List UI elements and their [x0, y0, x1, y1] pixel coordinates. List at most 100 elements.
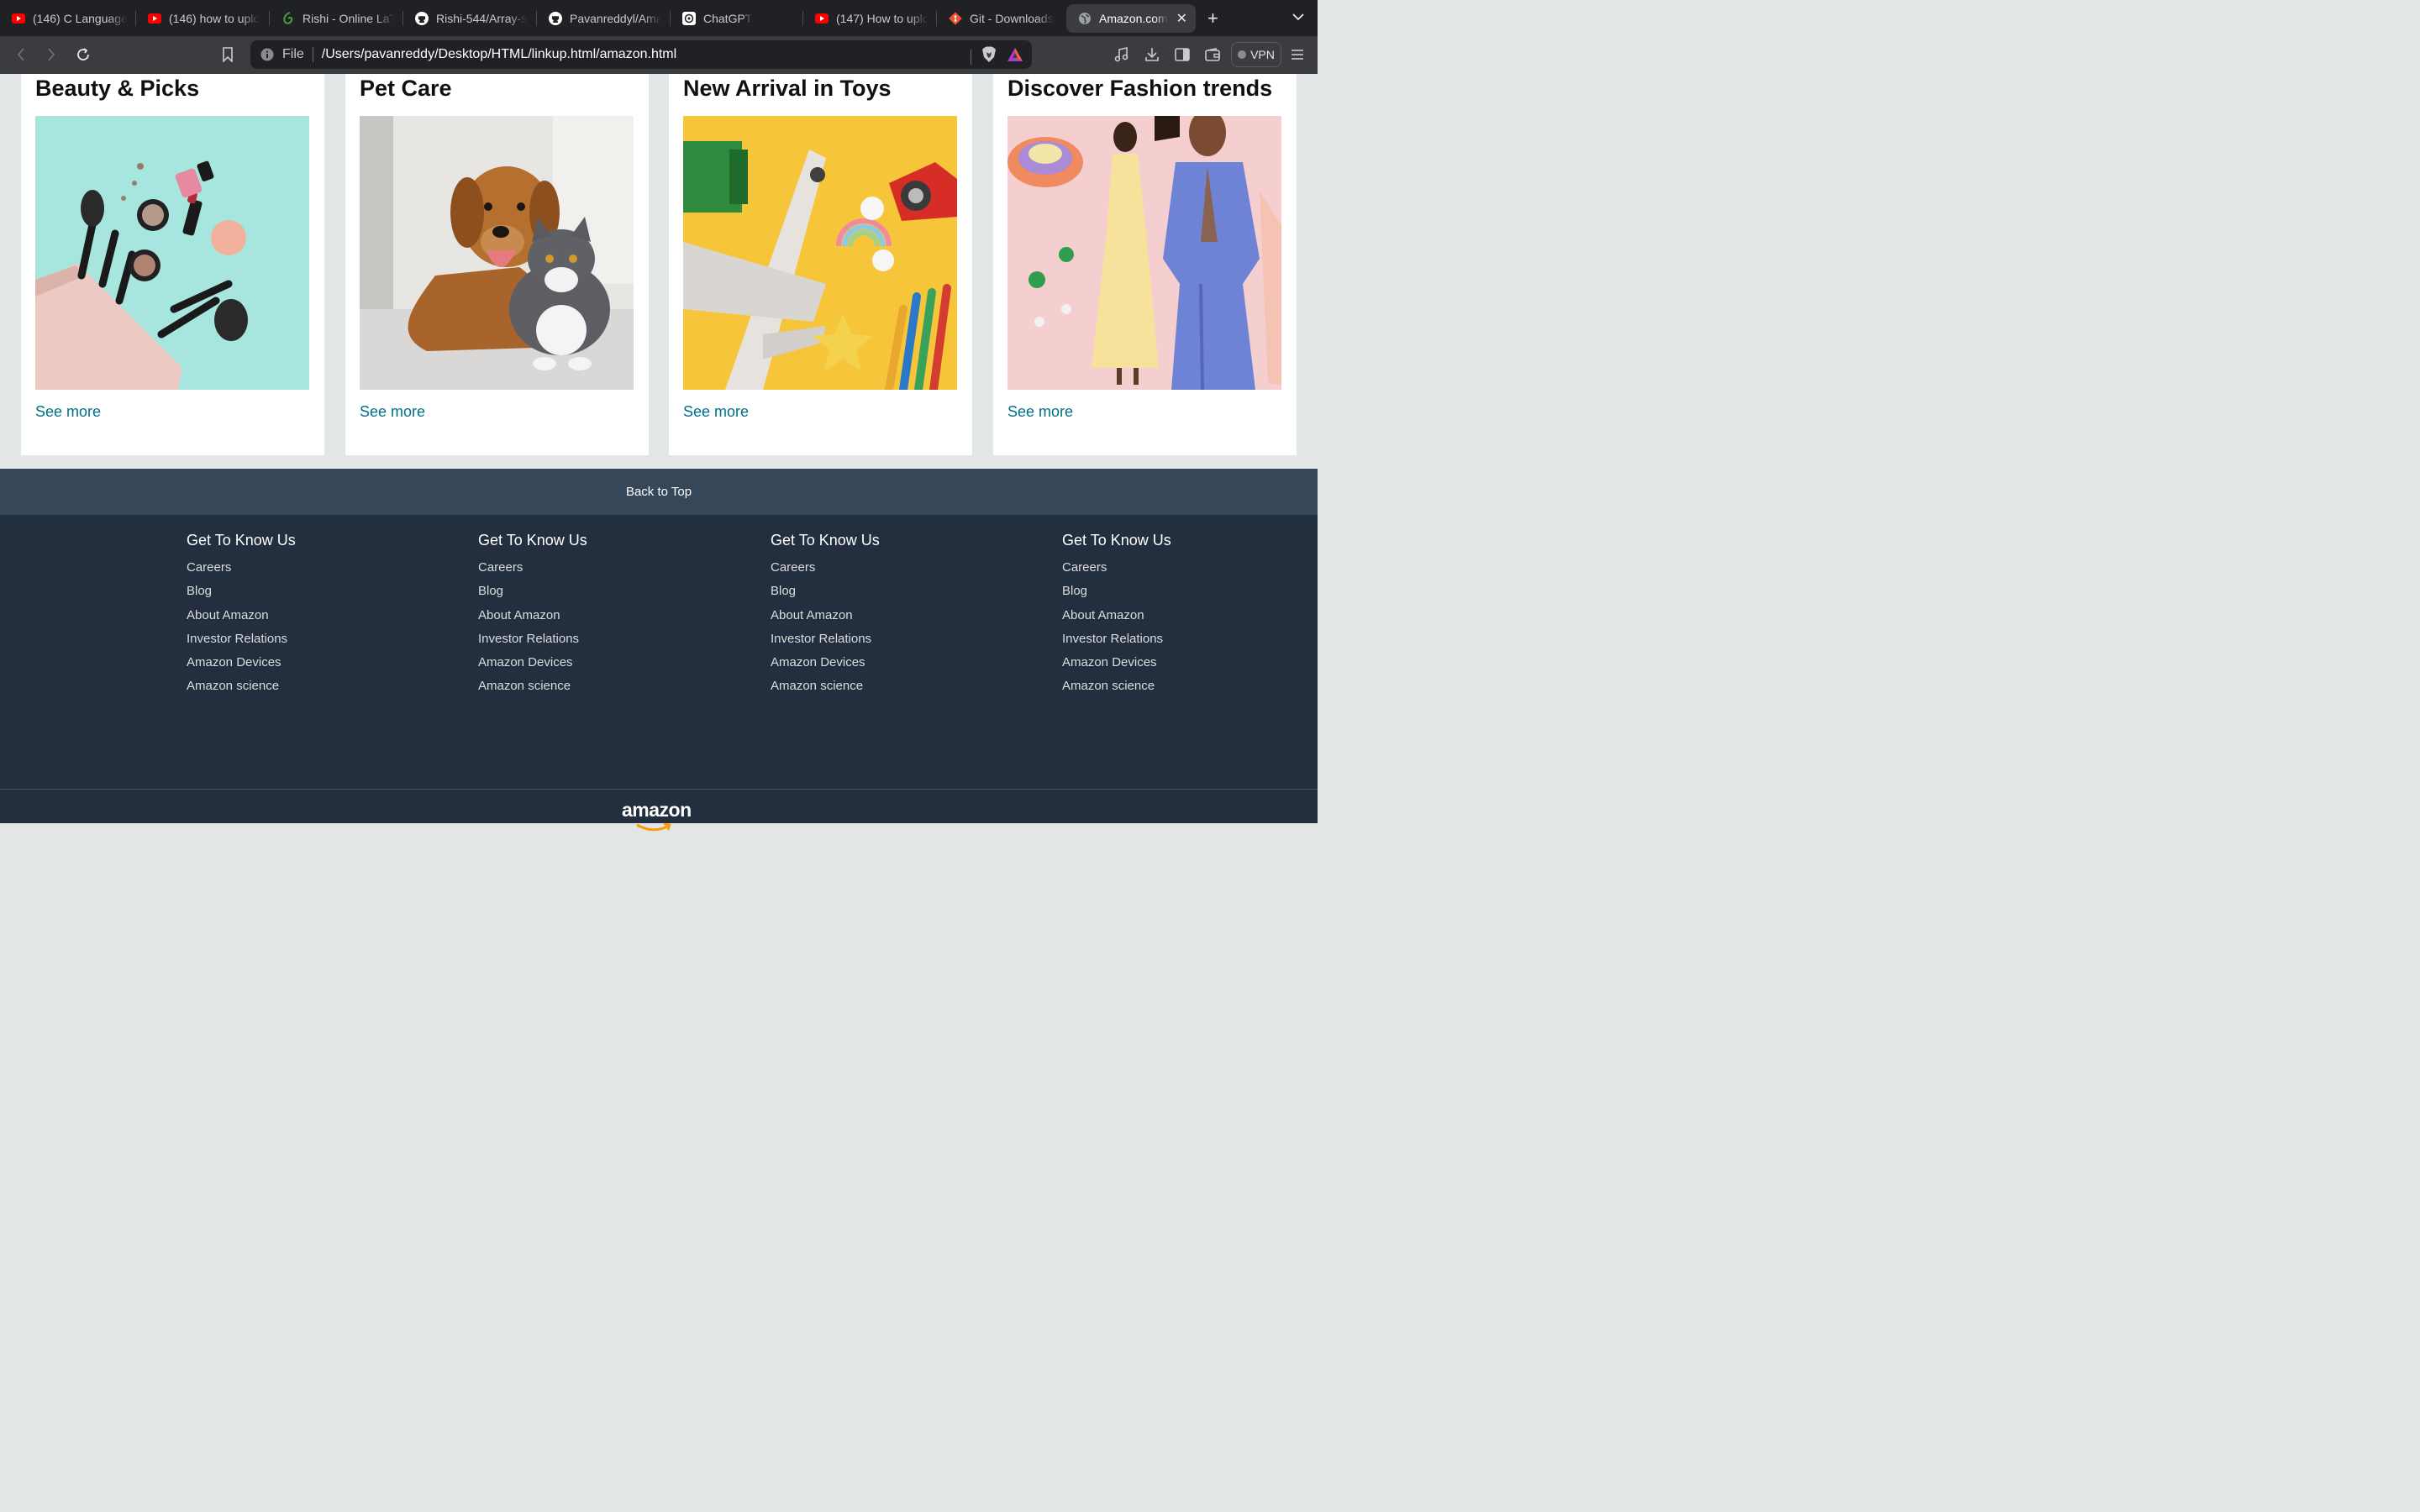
category-card-beauty: Beauty & Picks See more [21, 74, 324, 455]
url-text[interactable]: /Users/pavanreddy/Desktop/HTML/linkup.ht… [322, 47, 676, 62]
back-to-top-button[interactable]: Back to Top [0, 469, 1318, 515]
footer-link-devices[interactable]: Amazon Devices [1062, 651, 1171, 675]
browser-tab[interactable]: Git - Downloads [937, 0, 1063, 36]
browser-tab[interactable]: Pavanreddyl/Ama [537, 0, 670, 36]
browser-tab[interactable]: (146) how to uplo [136, 0, 269, 36]
fashion-image[interactable] [1007, 116, 1281, 390]
browser-tab-active[interactable]: Amazon.com ✕ [1066, 3, 1196, 33]
close-tab-icon[interactable]: ✕ [1168, 10, 1187, 27]
footer-link-careers[interactable]: Careers [771, 556, 880, 580]
footer-link-blog[interactable]: Blog [1062, 580, 1171, 603]
bookmark-icon[interactable] [218, 45, 237, 64]
address-bar[interactable]: File /Users/pavanreddy/Desktop/HTML/link… [250, 40, 1032, 69]
footer-link-science[interactable]: Amazon science [1062, 675, 1171, 698]
browser-tab[interactable]: ChatGPT [671, 0, 802, 36]
page-content: Beauty & Picks See more Pet Care See mor… [0, 74, 1318, 832]
brave-rewards-icon[interactable] [1007, 47, 1023, 66]
footer-link-blog[interactable]: Blog [187, 580, 296, 603]
vpn-button[interactable]: VPN [1231, 42, 1281, 67]
card-title: Pet Care [360, 76, 452, 101]
footer-link-science[interactable]: Amazon science [187, 675, 296, 698]
footer-column: Get To Know Us Careers Blog About Amazon… [771, 532, 880, 699]
dog-and-cat-image[interactable] [360, 116, 634, 390]
card-title: New Arrival in Toys [683, 76, 892, 101]
footer-link-blog[interactable]: Blog [478, 580, 587, 603]
chatgpt-icon [682, 11, 696, 25]
brave-shields-icon[interactable] [981, 46, 997, 67]
git-icon [949, 11, 962, 25]
tab-label: (146) how to uplo [169, 11, 260, 25]
footer-link-blog[interactable]: Blog [771, 580, 880, 603]
address-bar-actions [971, 46, 1023, 67]
globe-icon [1078, 12, 1092, 25]
category-card-fashion: Discover Fashion trends See more [993, 74, 1297, 455]
footer-link-investor-relations[interactable]: Investor Relations [1062, 627, 1171, 651]
new-tab-icon[interactable]: + [1207, 8, 1218, 29]
footer-link-about[interactable]: About Amazon [478, 604, 587, 627]
amazon-smile-icon [636, 822, 671, 832]
card-title: Discover Fashion trends [1007, 76, 1273, 101]
reload-icon[interactable] [74, 45, 92, 64]
browser-tab[interactable]: Rishi-544/Array-s [403, 0, 536, 36]
footer-link-investor-relations[interactable]: Investor Relations [771, 627, 880, 651]
footer-heading: Get To Know Us [1062, 532, 1171, 549]
info-icon[interactable] [260, 48, 274, 61]
overleaf-icon [281, 11, 295, 25]
browser-tab[interactable]: (146) C Language [0, 0, 135, 36]
tab-label: Pavanreddyl/Ama [570, 11, 661, 25]
footer-link-science[interactable]: Amazon science [478, 675, 587, 698]
youtube-icon [12, 12, 25, 25]
cosmetics-image[interactable] [35, 116, 309, 390]
tab-label: Git - Downloads [970, 11, 1054, 25]
see-more-link[interactable]: See more [683, 403, 749, 421]
footer-link-investor-relations[interactable]: Investor Relations [187, 627, 296, 651]
sidebar-icon[interactable] [1173, 45, 1192, 64]
forward-arrow-icon[interactable] [42, 45, 60, 64]
see-more-link[interactable]: See more [35, 403, 101, 421]
tab-label: Rishi-544/Array-s [436, 11, 528, 25]
tab-list-chevron-icon[interactable] [1292, 10, 1304, 25]
footer-link-about[interactable]: About Amazon [187, 604, 296, 627]
youtube-icon [148, 12, 161, 25]
amazon-logo[interactable]: amazon [622, 799, 692, 822]
tab-label: Rishi - Online LaTe [302, 11, 394, 25]
footer-link-devices[interactable]: Amazon Devices [478, 651, 587, 675]
footer-link-about[interactable]: About Amazon [1062, 604, 1171, 627]
footer-link-careers[interactable]: Careers [1062, 556, 1171, 580]
footer-column: Get To Know Us Careers Blog About Amazon… [1062, 532, 1171, 699]
footer-link-careers[interactable]: Careers [187, 556, 296, 580]
footer-heading: Get To Know Us [478, 532, 587, 549]
see-more-link[interactable]: See more [1007, 403, 1073, 421]
category-card-pet-care: Pet Care See more [345, 74, 649, 455]
tab-label: (147) How to uplo [836, 11, 928, 25]
footer-link-science[interactable]: Amazon science [771, 675, 880, 698]
footer-link-careers[interactable]: Careers [478, 556, 587, 580]
github-icon [549, 11, 562, 25]
card-title: Beauty & Picks [35, 76, 200, 101]
browser-toolbar: File /Users/pavanreddy/Desktop/HTML/link… [0, 36, 1318, 74]
tab-label: Amazon.com [1099, 11, 1168, 25]
toys-image[interactable] [683, 116, 957, 390]
browser-tab[interactable]: Rishi - Online LaTe [270, 0, 402, 36]
footer-column: Get To Know Us Careers Blog About Amazon… [478, 532, 587, 699]
back-arrow-icon[interactable] [12, 45, 30, 64]
vpn-label: VPN [1250, 48, 1275, 61]
footer-link-investor-relations[interactable]: Investor Relations [478, 627, 587, 651]
media-icon[interactable] [1113, 45, 1131, 64]
wallet-icon[interactable] [1203, 45, 1222, 64]
footer-column: Get To Know Us Careers Blog About Amazon… [187, 532, 296, 699]
footer-heading: Get To Know Us [771, 532, 880, 549]
footer-divider [0, 789, 1318, 790]
youtube-icon [815, 12, 829, 25]
footer-link-about[interactable]: About Amazon [771, 604, 880, 627]
tab-label: (146) C Language [33, 11, 127, 25]
download-icon[interactable] [1143, 45, 1161, 64]
hamburger-menu-icon[interactable] [1288, 45, 1307, 64]
see-more-link[interactable]: See more [360, 403, 425, 421]
footer: Get To Know Us Careers Blog About Amazon… [0, 515, 1318, 832]
category-card-toys: New Arrival in Toys See more [669, 74, 972, 455]
footer-link-devices[interactable]: Amazon Devices [187, 651, 296, 675]
browser-tab[interactable]: (147) How to uplo [803, 0, 936, 36]
footer-link-devices[interactable]: Amazon Devices [771, 651, 880, 675]
tab-label: ChatGPT [703, 11, 753, 25]
